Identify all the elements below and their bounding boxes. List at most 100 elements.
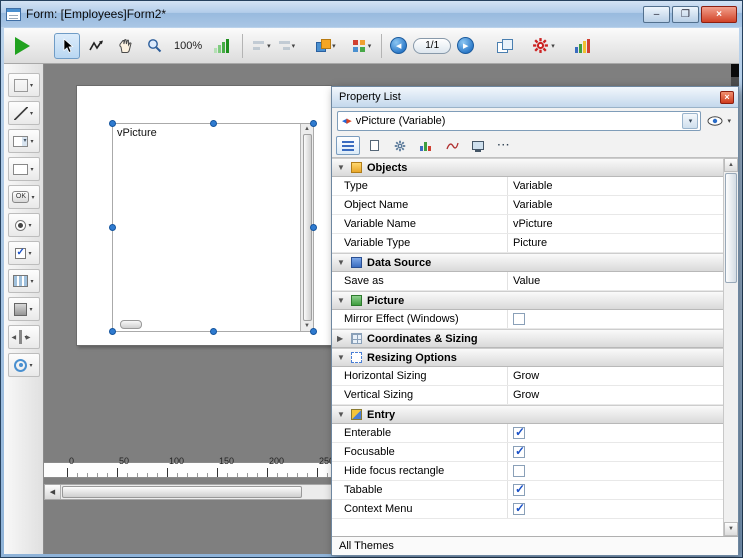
field-tool-button[interactable]: ▾ [8,157,40,181]
distribute-button[interactable]: ▾ [314,38,338,53]
selection-handle[interactable] [210,328,217,335]
collapse-triangle-icon[interactable]: ▼ [337,163,351,172]
chevron-down-icon[interactable]: ▾ [29,362,32,369]
selection-handle[interactable] [109,120,116,127]
list-editor-button[interactable] [570,33,596,59]
checkbox[interactable] [513,313,525,325]
collapse-triangle-icon[interactable]: ▼ [337,296,351,305]
scroll-down-icon[interactable]: ▼ [304,322,310,330]
property-value[interactable]: Grow [508,367,723,385]
object-horizontal-scroll-thumb[interactable] [120,320,142,329]
scroll-down-icon[interactable]: ▼ [724,522,738,536]
view-options-button[interactable]: ▾ [705,114,733,128]
maximize-button[interactable]: ❐ [672,6,699,23]
selection-handle[interactable] [109,224,116,231]
display-options-button[interactable]: ▾ [351,39,374,53]
zoom-bars-control[interactable] [208,33,234,59]
pan-tool-button[interactable] [112,33,138,59]
property-value[interactable]: Variable [508,177,723,195]
checkbox[interactable] [513,503,525,515]
section-header-picture[interactable]: ▼Picture [332,291,723,310]
next-page-button[interactable]: ▶ [457,37,474,54]
property-value[interactable]: Grow [508,386,723,404]
chevron-down-icon[interactable]: ▾ [30,82,33,89]
property-list-titlebar[interactable]: Property List × [332,87,738,108]
window-titlebar[interactable]: Form: [Employees]Form2* – ❐ × [1,1,742,27]
tab-more[interactable]: ··· [492,136,516,155]
theme-scope-footer[interactable]: All Themes [332,536,738,555]
property-value[interactable]: Picture [508,234,723,252]
chevron-down-icon[interactable]: ▾ [332,42,336,50]
scroll-left-icon[interactable]: ◀ [45,485,61,499]
property-list-scrollbar[interactable]: ▲ ▼ [723,158,738,536]
chevron-down-icon[interactable]: ▾ [682,113,698,129]
property-list-close-button[interactable]: × [720,91,734,104]
combo-box-tool-button[interactable]: ▾ [8,129,40,153]
selection-handle[interactable] [310,120,317,127]
chevron-down-icon[interactable]: ▾ [31,194,34,201]
align-left-button[interactable]: ▾ [251,39,273,52]
tab-curve[interactable] [440,136,464,155]
chevron-down-icon[interactable]: ▾ [30,278,33,285]
selection-handle[interactable] [109,328,116,335]
selection-handle[interactable] [310,224,317,231]
collapse-triangle-icon[interactable]: ▼ [337,353,351,362]
zoom-tool-button[interactable] [141,33,167,59]
chevron-down-icon[interactable]: ▾ [29,306,32,313]
button-tool-button[interactable]: OK▾ [8,185,40,209]
picture-object[interactable]: vPicture ▲ ▼ [112,123,314,332]
chevron-down-icon[interactable]: ▾ [30,166,33,173]
property-value[interactable]: Value [508,272,723,290]
run-form-button[interactable] [9,33,35,59]
section-header-resizing-options[interactable]: ▼Resizing Options [332,348,723,367]
zoom-level-label[interactable]: 100% [174,40,202,52]
radio-button-tool-button[interactable]: ▾ [8,213,40,237]
property-value[interactable]: vPicture [508,215,723,233]
form-pages-button[interactable] [491,33,517,59]
property-value[interactable]: Variable [508,196,723,214]
checkbox[interactable] [513,446,525,458]
scroll-up-icon[interactable]: ▲ [724,158,738,172]
splitter-tool-button[interactable]: ▾ [8,325,40,349]
chevron-down-icon[interactable]: ▾ [30,138,33,145]
chevron-down-icon[interactable]: ▾ [551,42,555,50]
form-page[interactable]: vPicture ▲ ▼ [76,85,332,346]
close-button[interactable]: × [701,6,737,23]
align-right-button[interactable]: ▾ [276,39,298,52]
section-header-objects[interactable]: ▼Objects [332,158,723,177]
section-header-entry[interactable]: ▼Entry [332,405,723,424]
tab-display[interactable] [466,136,490,155]
chevron-down-icon[interactable]: ▾ [30,110,33,117]
object-selector-dropdown[interactable]: ◀▶ vPicture (Variable) ▾ [337,111,701,131]
pointer-tool-button[interactable] [54,33,80,59]
plugin-area-tool-button[interactable]: ▾ [8,353,40,377]
chevron-down-icon[interactable]: ▾ [28,222,31,229]
tab-property-list[interactable] [336,136,360,155]
line-tool-button[interactable]: ▾ [8,101,40,125]
section-header-data-source[interactable]: ▼Data Source [332,253,723,272]
checkbox-tool-button[interactable]: ▾ [8,241,40,265]
selection-handle[interactable] [310,328,317,335]
text-tool-button[interactable]: ▾ [8,73,40,97]
selection-handle[interactable] [210,120,217,127]
expand-triangle-icon[interactable]: ▶ [337,334,351,343]
scrollbar-thumb[interactable] [725,173,737,283]
scroll-up-icon[interactable]: ▲ [304,125,310,133]
minimize-button[interactable]: – [643,6,670,23]
rectangle-tool-button[interactable]: ▾ [8,297,40,321]
tab-settings[interactable] [388,136,412,155]
button-grid-tool-button[interactable]: ▾ [8,269,40,293]
tab-chart[interactable] [414,136,438,155]
section-header-coordinates-sizing[interactable]: ▶Coordinates & Sizing [332,329,723,348]
actions-menu-button[interactable]: ▾ [530,36,557,55]
chevron-down-icon[interactable]: ▾ [267,42,271,50]
previous-page-button[interactable]: ◀ [390,37,407,54]
checkbox[interactable] [513,484,525,496]
tab-document[interactable] [362,136,386,155]
chevron-down-icon[interactable]: ▾ [28,250,31,257]
collapse-triangle-icon[interactable]: ▼ [337,410,351,419]
collapse-triangle-icon[interactable]: ▼ [337,258,351,267]
checkbox[interactable] [513,427,525,439]
chevron-down-icon[interactable]: ▾ [368,42,372,50]
scrollbar-thumb[interactable] [62,486,302,498]
